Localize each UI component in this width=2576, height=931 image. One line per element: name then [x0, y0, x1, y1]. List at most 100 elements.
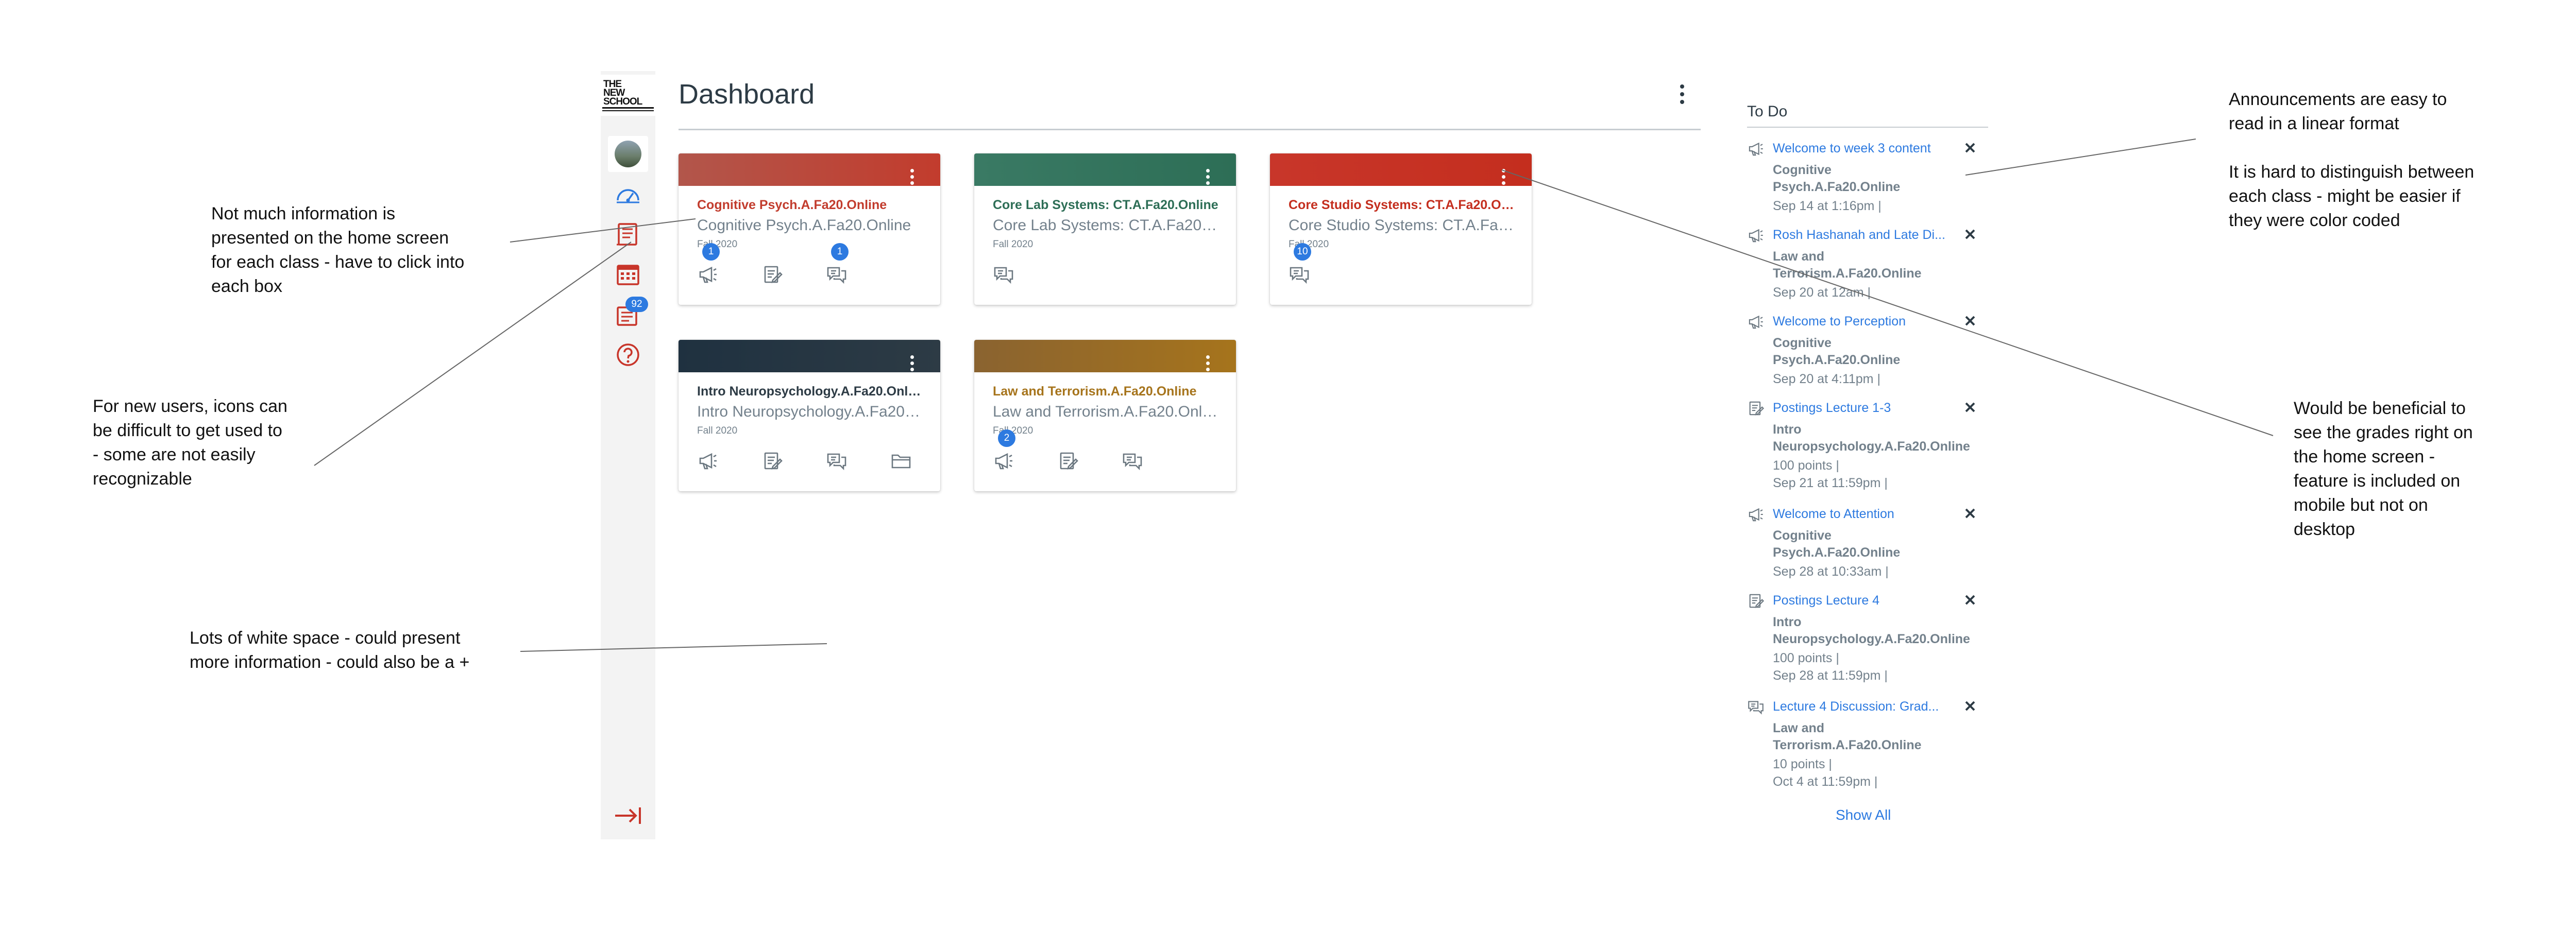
dashboard-icon [617, 189, 639, 203]
unread-count-badge: 1 [702, 243, 720, 261]
annotation-connectors [314, 139, 2274, 652]
annotation-line: Announcements are easy to [2229, 90, 2447, 109]
annotation-grades: Would be beneficial to see the grades rig… [2294, 396, 2473, 542]
annotation-line: desktop [2294, 520, 2355, 539]
course-card-header[interactable] [679, 153, 940, 186]
todo-item-link[interactable]: Lecture 4 Discussion: Grad... [1773, 699, 1953, 714]
dismiss-icon[interactable] [1962, 592, 1978, 608]
todo-item-course-line: Law and [1773, 721, 1825, 735]
course-card-title[interactable]: Law and Terrorism.A.Fa20.Online [993, 384, 1219, 399]
card-options-icon[interactable] [1205, 169, 1210, 185]
nav-calendar[interactable] [608, 256, 648, 292]
files-icon[interactable] [890, 450, 912, 472]
nav-account[interactable] [608, 136, 648, 172]
logo-rule-2 [602, 110, 654, 111]
course-card-title[interactable]: Cognitive Psych.A.Fa20.Online [697, 198, 924, 213]
announcements-icon[interactable] [697, 450, 719, 472]
course-card-header[interactable] [974, 340, 1236, 372]
dismiss-icon[interactable] [1962, 313, 1978, 329]
dismiss-icon[interactable] [1962, 400, 1978, 415]
annotation-line [2229, 136, 2474, 160]
dismiss-icon[interactable] [1962, 506, 1978, 521]
course-card-subtitle: Cognitive Psych.A.Fa20.Online [697, 217, 911, 234]
todo-item-link[interactable]: Postings Lecture 4 [1773, 593, 1953, 608]
logo-line-1: THE [603, 78, 622, 90]
assignment-icon [1747, 592, 1765, 610]
todo-item-meta: Sep 28 at 10:33am | [1773, 564, 1889, 579]
dismiss-icon[interactable] [1962, 698, 1978, 714]
todo-item: Postings Lecture 4 Intro Neuropsychology.A… [1747, 592, 1989, 683]
course-card[interactable]: Intro Neuropsychology.A.Fa20.Online Intro… [679, 340, 940, 491]
discussions-icon[interactable] [826, 450, 848, 472]
todo-item-link[interactable]: Welcome to week 3 content [1773, 141, 1953, 156]
todo-item-meta: 100 points | [1773, 458, 1839, 473]
connector-white-space [520, 643, 827, 652]
course-card-title[interactable]: Intro Neuropsychology.A.Fa20.Online [697, 384, 924, 399]
show-all-link[interactable]: Show All [1836, 807, 1891, 823]
assignments-icon[interactable] [761, 450, 783, 472]
annotation-line: more information - could also be a + [190, 652, 470, 672]
annotation-line: Not much information is [211, 204, 396, 223]
header-divider [679, 129, 1701, 130]
logo-line-2: NEW [603, 87, 625, 98]
course-card[interactable]: Cognitive Psych.A.Fa20.Online Cognitive P… [679, 153, 940, 305]
discussions-icon[interactable] [993, 264, 1014, 285]
course-card-subtitle: Intro Neuropsychology.A.Fa20.Online [697, 403, 924, 420]
school-logo[interactable]: THE NEW SCHOOL [601, 75, 655, 116]
announcement-icon [1747, 140, 1765, 158]
course-card[interactable]: Core Studio Systems: CT.A.Fa20.Online Cor… [1270, 153, 1532, 305]
todo-item-link[interactable]: Postings Lecture 1-3 [1773, 401, 1953, 416]
course-card[interactable]: Law and Terrorism.A.Fa20.Online Law and T… [974, 340, 1236, 491]
card-options-icon[interactable] [1501, 169, 1506, 185]
course-card[interactable]: Core Lab Systems: CT.A.Fa20.Online Core L… [974, 153, 1236, 305]
nav-dashboard[interactable] [608, 177, 648, 213]
assignments-icon[interactable] [1057, 450, 1079, 472]
avatar [615, 141, 641, 167]
todo-item: Lecture 4 Discussion: Grad... Law and Terr… [1747, 698, 1989, 789]
course-card-subtitle: Core Studio Systems: CT.A.Fa20.Online [1289, 217, 1515, 234]
todo-item-meta: 100 points | [1773, 651, 1839, 665]
course-card-header[interactable] [1270, 153, 1532, 186]
collapse-nav-icon[interactable] [613, 801, 643, 831]
course-card-title[interactable]: Core Lab Systems: CT.A.Fa20.Online [993, 198, 1219, 213]
page-title: Dashboard [679, 79, 815, 110]
card-options-icon[interactable] [909, 355, 914, 372]
dismiss-icon[interactable] [1962, 140, 1978, 156]
todo-item-course-line: Intro [1773, 615, 1802, 629]
todo-item-course-line: Intro [1773, 422, 1802, 437]
nav-help[interactable] [608, 337, 648, 373]
dashboard-options-icon[interactable] [1674, 81, 1690, 107]
announcements-icon[interactable]: 2 [993, 429, 1015, 472]
course-card-title[interactable]: Core Studio Systems: CT.A.Fa20.Online [1289, 198, 1515, 213]
todo-item-course: Intro Neuropsychology.A.Fa20.Online [1773, 614, 1979, 648]
annotation-line: recognizable [93, 469, 192, 489]
annotation-line: each box [211, 277, 282, 296]
unread-count-badge: 10 [1294, 243, 1311, 261]
course-card-header[interactable] [679, 340, 940, 372]
todo-item-link[interactable]: Welcome to Attention [1773, 507, 1953, 522]
annotation-white-space: Lots of white space - could present more … [190, 626, 469, 675]
todo-item-course-line: Cognitive [1773, 163, 1832, 177]
announcements-icon[interactable]: 1 [697, 243, 720, 285]
todo-item-course-line: Terrorism.A.Fa20.Online [1773, 266, 1922, 281]
card-options-icon[interactable] [909, 169, 914, 185]
annotation-line: It is hard to distinguish between [2229, 162, 2475, 182]
discussions-icon[interactable]: 1 [826, 243, 849, 285]
dismiss-icon[interactable] [1962, 227, 1978, 242]
todo-item-course: Law and Terrorism.A.Fa20.Online [1773, 720, 1979, 754]
nav-inbox[interactable]: 92 [608, 297, 648, 333]
discussions-icon[interactable] [1122, 450, 1143, 472]
discussions-icon[interactable]: 10 [1289, 243, 1311, 285]
announcement-icon [1747, 313, 1765, 331]
todo-item-meta: Sep 14 at 1:16pm | [1773, 199, 1882, 213]
calendar-icon [617, 265, 639, 285]
todo-item-link[interactable]: Rosh Hashanah and Late Di... [1773, 228, 1953, 243]
assignments-icon[interactable] [761, 264, 783, 285]
todo-item-meta: Sep 21 at 11:59pm | [1773, 476, 1888, 490]
course-card-header[interactable] [974, 153, 1236, 186]
todo-item-link[interactable]: Welcome to Perception [1773, 314, 1953, 329]
todo-item: Welcome to Perception Cognitive Psych.A.Fa… [1747, 313, 1989, 390]
nav-courses[interactable] [608, 216, 648, 252]
todo-item-course-line: Psych.A.Fa20.Online [1773, 545, 1901, 560]
card-options-icon[interactable] [1205, 355, 1210, 372]
